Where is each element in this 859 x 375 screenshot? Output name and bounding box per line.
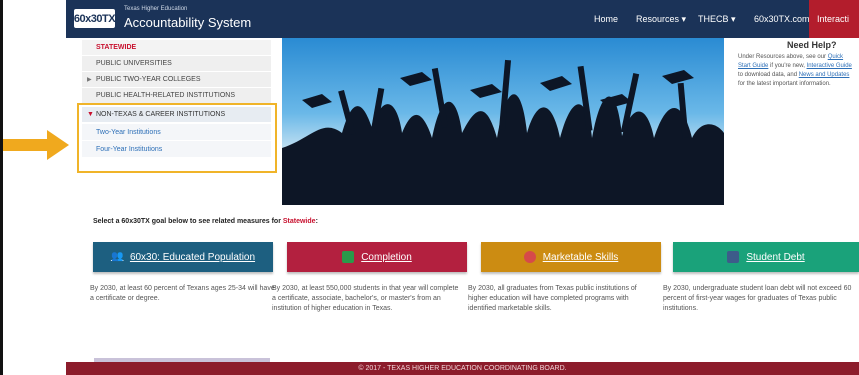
brand-title[interactable]: Accountability System — [124, 15, 251, 30]
goal-button-label: Marketable Skills — [542, 251, 619, 263]
sidebar-subitem-four-year[interactable]: Four-Year Institutions — [82, 141, 271, 157]
graduate-icon — [342, 251, 355, 263]
browser-viewport: 60x30TX Texas Higher Education Accountab… — [66, 0, 859, 375]
sidebar-item-non-texas[interactable]: ▼ NON-TEXAS & CAREER INSTITUTIONS — [82, 107, 271, 122]
sidebar-item-public-two-year[interactable]: ▶ PUBLIC TWO-YEAR COLLEGES — [82, 72, 271, 87]
help-text-part: Under Resources above, see our — [738, 54, 828, 60]
sidebar-item-public-universities[interactable]: PUBLIC UNIVERSITIES — [82, 56, 271, 71]
money-icon — [727, 251, 740, 263]
triangle-down-icon: ▼ — [87, 111, 94, 118]
goal-educated-population-desc: By 2030, at least 60 percent of Texans a… — [90, 285, 275, 302]
goal-student-debt-desc: By 2030, undergraduate student loan debt… — [663, 285, 852, 312]
sidebar-item-label: PUBLIC UNIVERSITIES — [96, 60, 172, 67]
nav-home[interactable]: Home — [594, 14, 618, 24]
goal-button-label: 60x30: Educated Population — [129, 251, 256, 263]
help-text-part: to download data, and — [738, 72, 799, 78]
help-text-part: for the latest important information. — [738, 81, 831, 87]
goal-marketable-skills-desc: By 2030, all graduates from Texas public… — [468, 285, 637, 312]
goal-student-debt-button[interactable]: Student Debt — [673, 242, 859, 272]
nav-resources[interactable]: Resources ▾ — [636, 14, 686, 25]
nav-60x30tx[interactable]: 60x30TX.com — [754, 14, 810, 24]
site-logo[interactable]: 60x30TX — [74, 9, 116, 28]
help-text-part: if you're new, — [768, 63, 807, 69]
sidebar-item-statewide[interactable]: STATEWIDE — [82, 40, 271, 55]
arrow-right-icon — [3, 130, 69, 160]
goal-prompt: Select a 60x30TX goal below to see relat… — [93, 218, 318, 225]
left-border-line — [0, 0, 3, 375]
goal-button-label: Student Debt — [746, 251, 805, 263]
goal-educated-population-button[interactable]: 👥 60x30: Educated Population — [93, 242, 273, 272]
nav-interactive[interactable]: Interacti — [809, 0, 859, 38]
goal-completion-button[interactable]: Completion — [287, 242, 467, 272]
goal-marketable-skills-button[interactable]: Marketable Skills — [481, 242, 661, 272]
goal-prompt-text: Select a 60x30TX goal below to see relat… — [93, 218, 283, 225]
chevron-right-icon: ▶ — [87, 77, 92, 83]
nav-thecb[interactable]: THECB ▾ — [698, 14, 736, 25]
goal-prompt-scope: Statewide — [282, 218, 316, 225]
hero-graduates-image — [282, 38, 724, 205]
goal-button-label: Completion — [361, 251, 412, 263]
graduates-silhouette — [282, 59, 724, 205]
sidebar-item-label: PUBLIC HEALTH-RELATED INSTITUTIONS — [96, 92, 235, 99]
goal-completion-desc: By 2030, at least 550,000 students in th… — [272, 285, 459, 312]
news-and-updates-link[interactable]: News and Updates — [799, 72, 850, 78]
help-heading: Need Help? — [787, 40, 837, 50]
sidebar-item-label: STATEWIDE — [96, 44, 137, 51]
top-navbar: 60x30TX Texas Higher Education Accountab… — [66, 0, 859, 38]
interactive-guide-link[interactable]: Interactive Guide — [807, 63, 852, 69]
goal-prompt-end: : — [315, 218, 318, 225]
footer-copyright: © 2017 - TEXAS HIGHER EDUCATION COORDINA… — [66, 362, 859, 375]
sidebar-item-label: NON-TEXAS & CAREER INSTITUTIONS — [96, 111, 226, 118]
help-text: Under Resources above, see our Quick Sta… — [738, 53, 854, 89]
sidebar-subitem-two-year[interactable]: Two-Year Institutions — [82, 124, 271, 140]
people-icon: 👥 — [110, 251, 124, 262]
sidebar-item-public-health[interactable]: PUBLIC HEALTH-RELATED INSTITUTIONS — [82, 88, 271, 103]
sidebar-item-label: PUBLIC TWO-YEAR COLLEGES — [96, 76, 201, 83]
target-icon — [523, 251, 536, 263]
brand-subtitle: Texas Higher Education — [124, 6, 188, 12]
